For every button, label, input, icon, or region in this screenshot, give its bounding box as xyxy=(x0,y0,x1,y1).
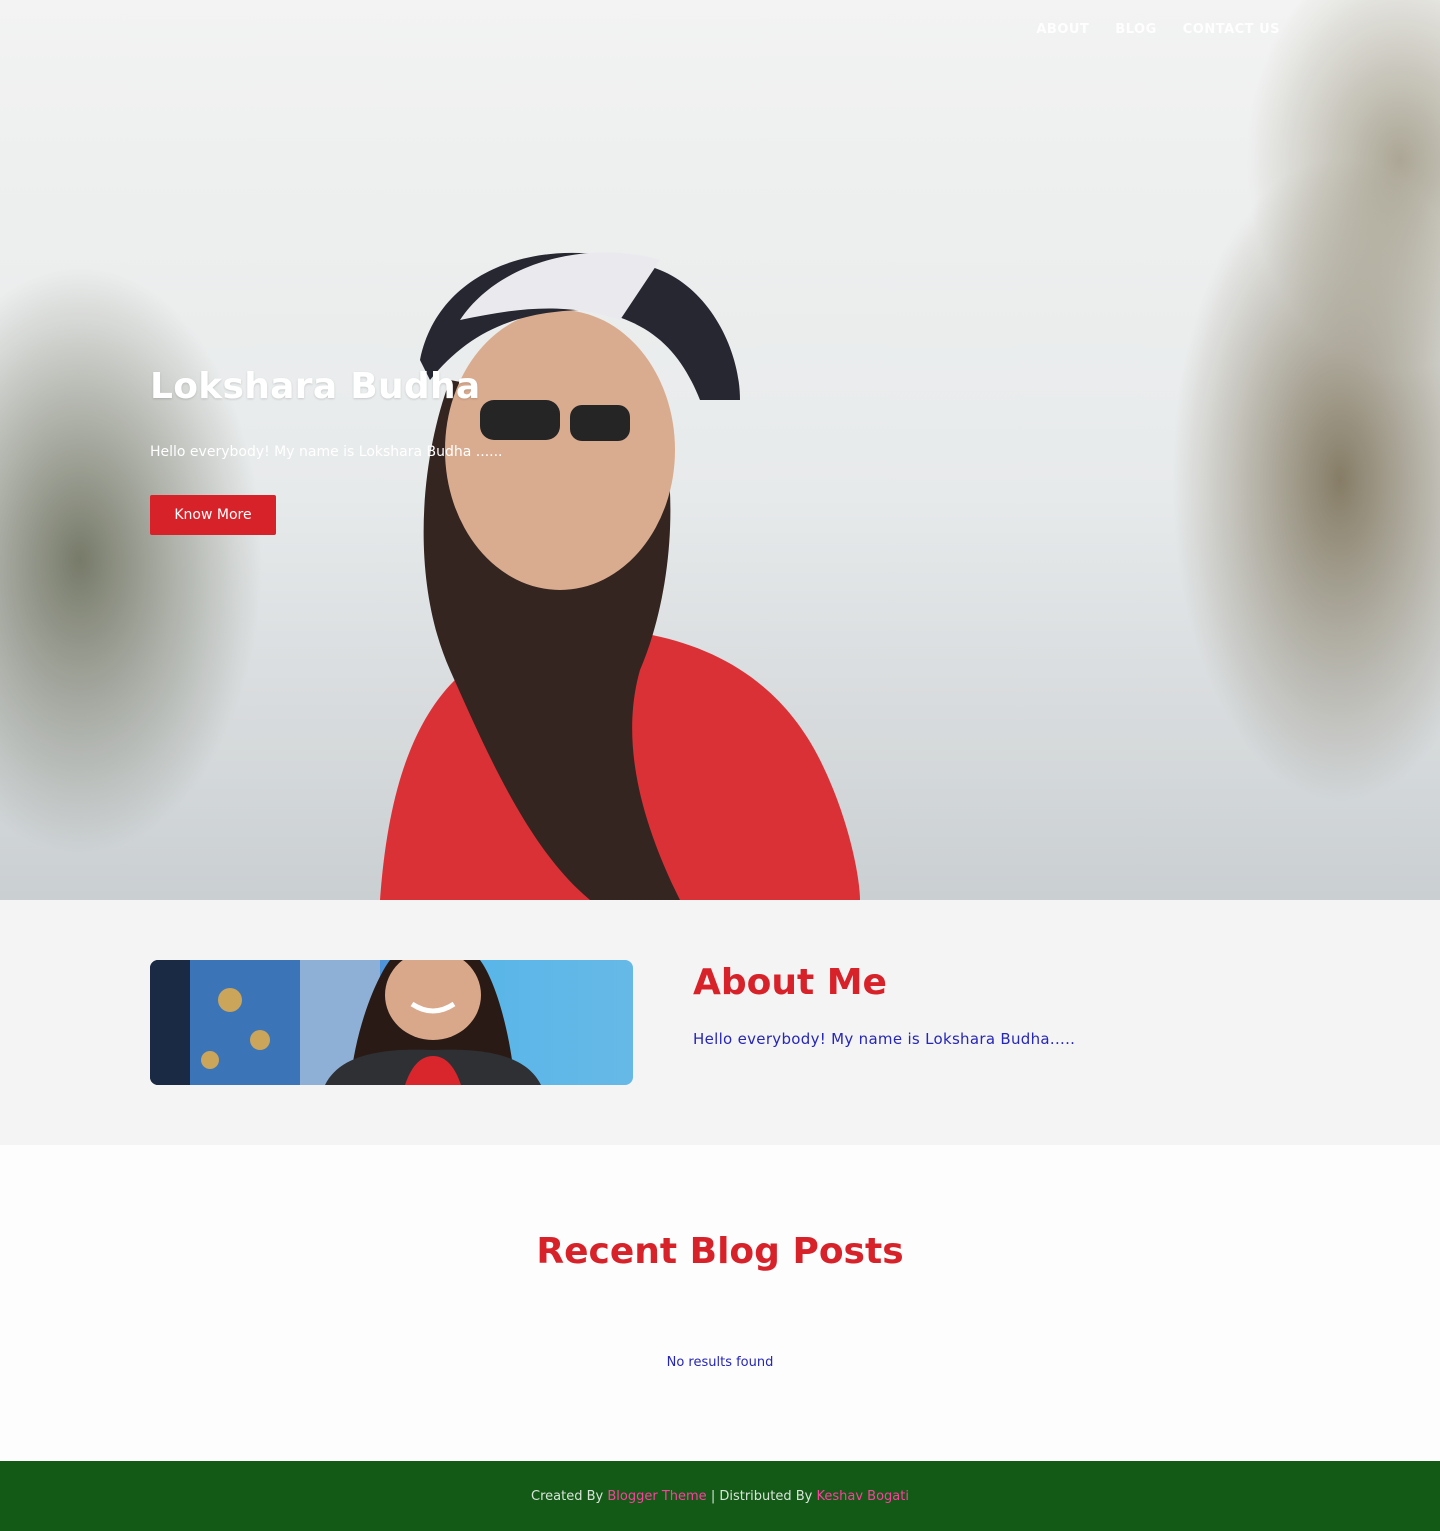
hero-intro-text: Hello everybody! My name is Lokshara Bud… xyxy=(150,444,503,460)
blog-title: Recent Blog Posts xyxy=(536,1231,904,1272)
know-more-button[interactable]: Know More xyxy=(150,495,276,535)
about-section: About Me Hello everybody! My name is Lok… xyxy=(0,900,1440,1145)
nav-item-about[interactable]: About xyxy=(1036,22,1089,37)
blog-section: Recent Blog Posts No results found xyxy=(0,1145,1440,1461)
about-title: About Me xyxy=(693,962,887,1003)
blog-empty-message: No results found xyxy=(666,1355,774,1370)
nav-item-blog[interactable]: Blog xyxy=(1115,22,1156,37)
about-photo-graphic xyxy=(150,960,541,1085)
hero-section: About Blog Contact Us Lokshara Budha Hel… xyxy=(0,0,1440,900)
nav-item-contact-us[interactable]: Contact Us xyxy=(1183,22,1280,37)
footer-created-by: Created By xyxy=(531,1488,604,1504)
footer: Created By Blogger Theme | Distributed B… xyxy=(0,1461,1440,1531)
about-photo xyxy=(150,960,633,1085)
main-nav: About Blog Contact Us xyxy=(1036,22,1280,37)
footer-theme-link[interactable]: Blogger Theme xyxy=(607,1489,706,1504)
footer-author-link[interactable]: Keshav Bogati xyxy=(817,1489,909,1504)
about-text: Hello everybody! My name is Lokshara Bud… xyxy=(693,1030,1076,1048)
hero-title: Lokshara Budha xyxy=(150,366,481,407)
footer-distributed-by: | Distributed By xyxy=(710,1488,813,1504)
